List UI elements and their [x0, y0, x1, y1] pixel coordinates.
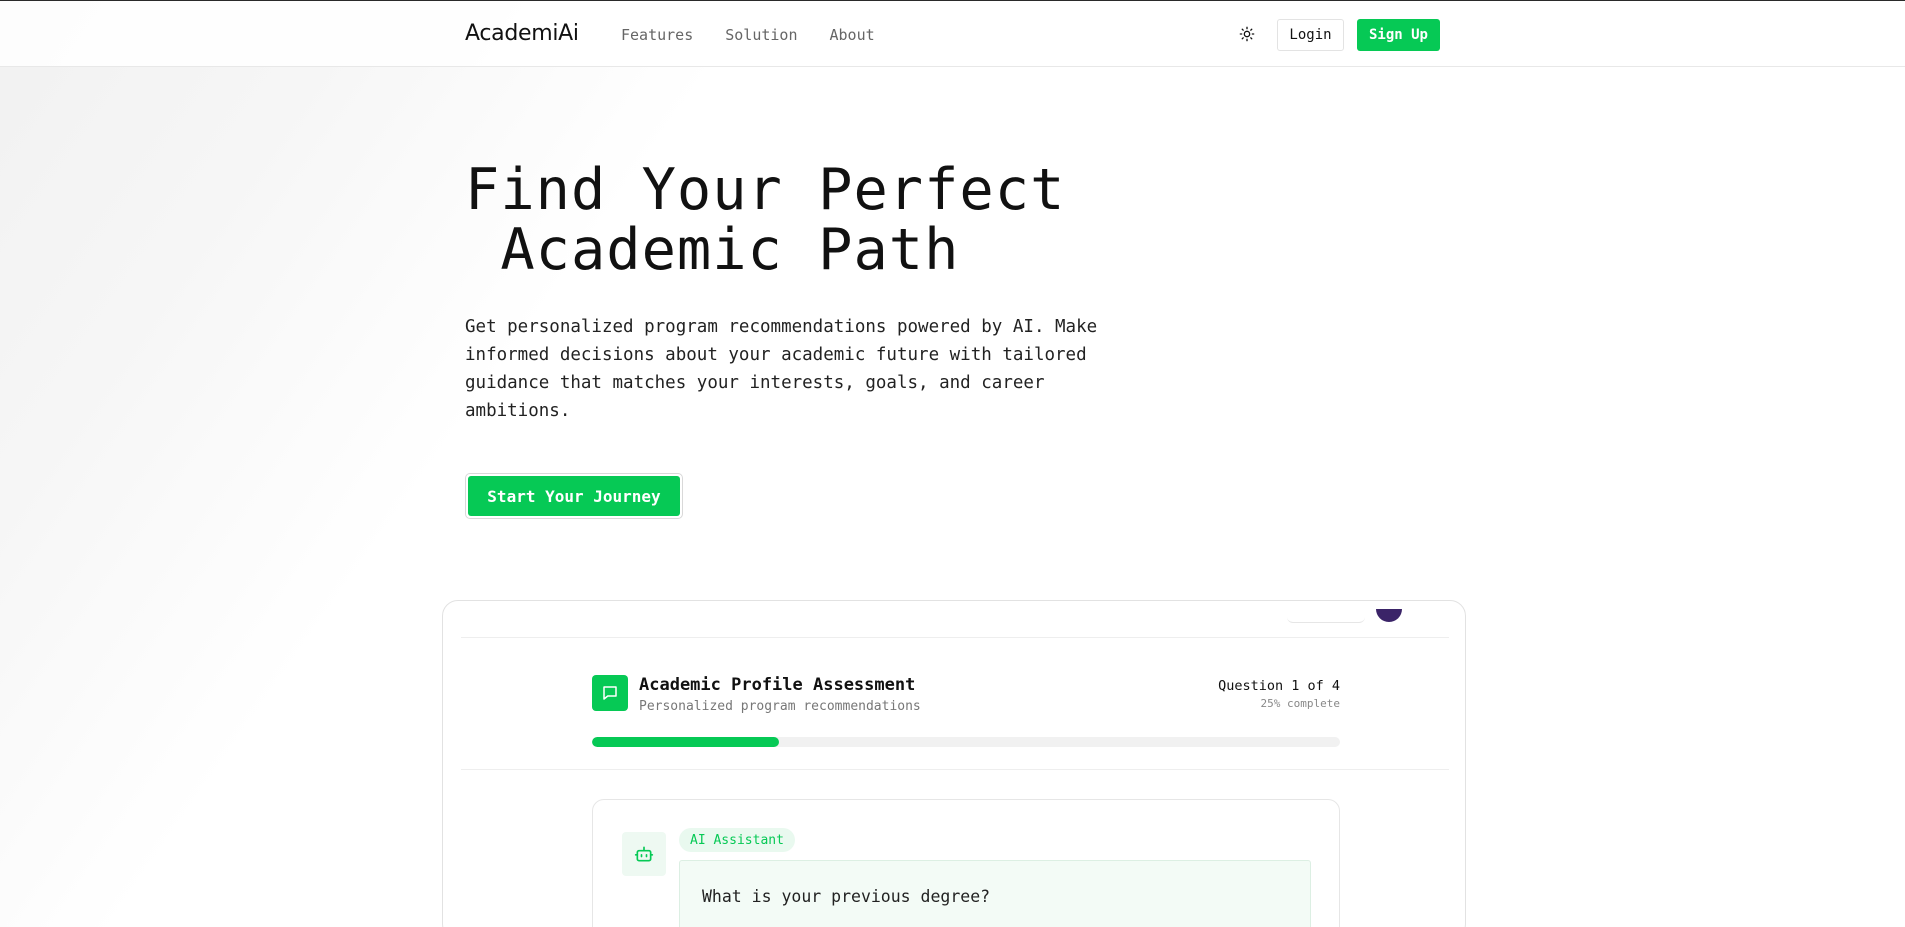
- preview-header-divider: [461, 637, 1449, 638]
- bot-icon: [634, 846, 654, 862]
- window-top-border: [0, 0, 1905, 1]
- preview-header-field: [1287, 609, 1365, 623]
- assessment-preview-card: Academic Profile Assessment Personalized…: [442, 600, 1466, 927]
- assessment-progress-fill: [592, 737, 779, 747]
- cta-button-frame: Start Your Journey: [465, 473, 683, 519]
- section-divider: [461, 769, 1449, 770]
- assessment-icon-tile: [592, 675, 628, 711]
- nav-links: Features Solution About: [621, 26, 875, 44]
- progress-percent-label: 25% complete: [1260, 697, 1340, 710]
- hero-description: Get personalized program recommendations…: [465, 317, 1098, 421]
- brand-logo[interactable]: AcademiAi: [465, 21, 579, 46]
- assessment-subtitle: Personalized program recommendations: [639, 699, 921, 714]
- sun-icon: [1239, 26, 1255, 42]
- assistant-avatar: [622, 832, 666, 876]
- start-journey-button[interactable]: Start Your Journey: [468, 476, 680, 516]
- nav-link-features[interactable]: Features: [621, 26, 693, 44]
- question-text: What is your previous degree?: [702, 887, 991, 906]
- assessment-title: Academic Profile Assessment: [639, 675, 916, 695]
- login-button[interactable]: Login: [1277, 19, 1344, 51]
- top-navigation: AcademiAi Features Solution About Login …: [0, 1, 1905, 67]
- chat-bubble-icon: [603, 686, 617, 700]
- signup-button[interactable]: Sign Up: [1357, 19, 1440, 51]
- avatar: [1376, 609, 1402, 623]
- question-counter: Question 1 of 4: [1218, 678, 1340, 694]
- theme-toggle-button[interactable]: [1236, 23, 1258, 45]
- hero-title: Find Your Perfect Academic Path: [465, 157, 1066, 283]
- nav-link-solution[interactable]: Solution: [725, 26, 797, 44]
- nav-link-about[interactable]: About: [830, 26, 875, 44]
- assessment-progress-bar: [592, 737, 1340, 747]
- chat-message-card: AI Assistant What is your previous degre…: [592, 799, 1340, 927]
- question-bubble: What is your previous degree?: [679, 860, 1311, 927]
- ai-assistant-badge: AI Assistant: [679, 828, 795, 852]
